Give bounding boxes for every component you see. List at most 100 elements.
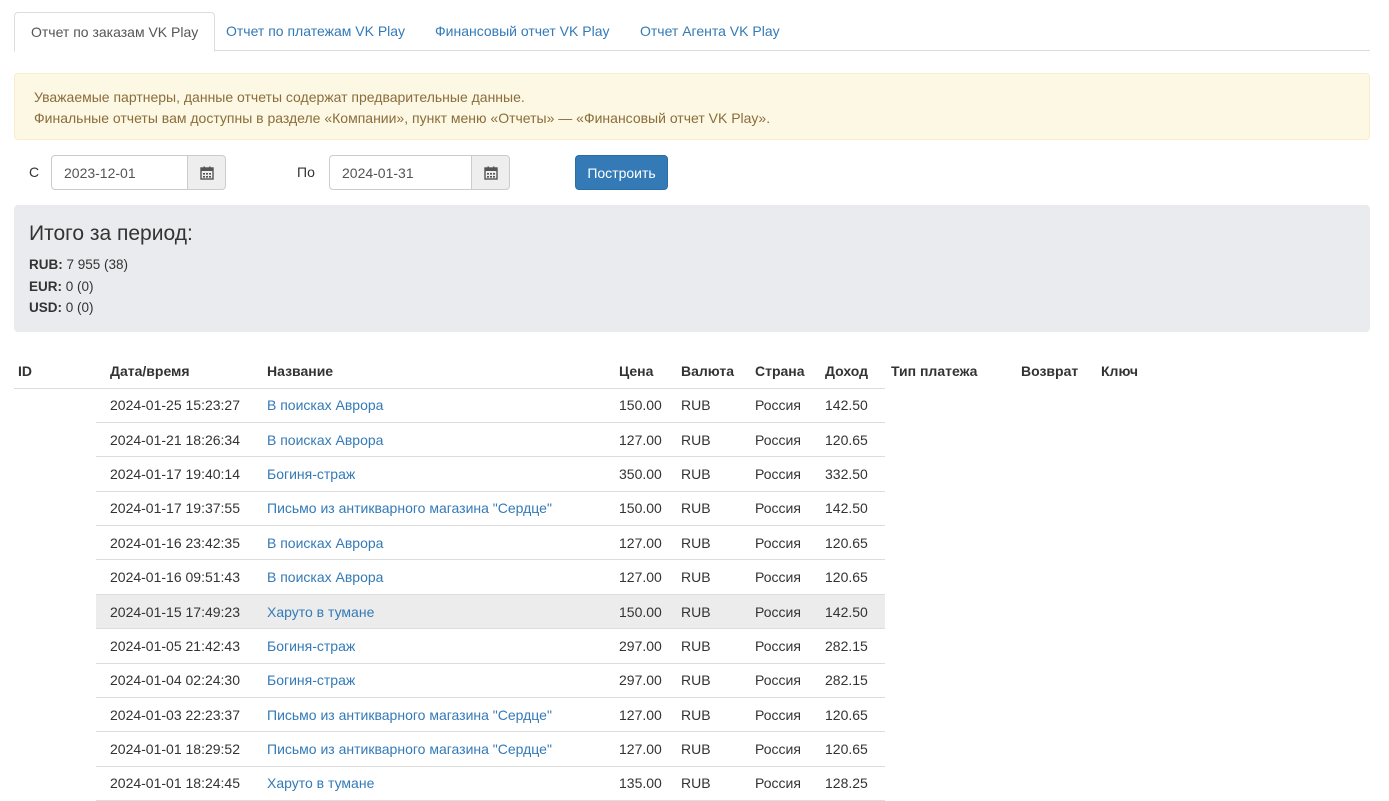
cell-payment-type bbox=[885, 422, 1015, 456]
cell-price: 297.00 bbox=[613, 663, 675, 699]
calendar-icon bbox=[199, 166, 214, 180]
totals-value: 0 (0) bbox=[65, 300, 94, 315]
cell-country: Россия bbox=[749, 559, 819, 595]
product-link[interactable]: Письмо из антикварного магазина "Сердце" bbox=[267, 707, 552, 723]
cell-country: Россия bbox=[749, 525, 819, 561]
column-header-refund[interactable]: Возврат bbox=[1015, 354, 1095, 388]
cell-payment-type bbox=[885, 629, 1015, 663]
cell-country: Россия bbox=[749, 388, 819, 423]
report-page: Отчет по заказам VK Play Отчет по платеж… bbox=[0, 0, 1389, 801]
product-link[interactable]: Богиня-страж bbox=[267, 466, 355, 482]
cell-id bbox=[14, 526, 96, 560]
cell-currency: RUB bbox=[675, 559, 749, 595]
cell-price: 135.00 bbox=[613, 766, 675, 801]
cell-payment-type bbox=[885, 457, 1015, 491]
cell-date: 2024-01-25 15:23:27 bbox=[96, 388, 261, 423]
column-header-key[interactable]: Ключ bbox=[1095, 354, 1155, 388]
cell-name: Письмо из антикварного магазина "Сердце" bbox=[261, 491, 613, 527]
cell-key bbox=[1095, 698, 1155, 732]
cell-date: 2024-01-17 19:40:14 bbox=[96, 456, 261, 492]
cell-key bbox=[1095, 457, 1155, 491]
table-row: 2024-01-17 19:37:55 Письмо из антикварног… bbox=[14, 491, 1155, 527]
product-link[interactable]: Харуто в тумане bbox=[267, 604, 374, 620]
cell-name: В поисках Аврора bbox=[261, 525, 613, 561]
table-row: 2024-01-03 22:23:37 Письмо из антикварног… bbox=[14, 697, 1155, 733]
cell-currency: RUB bbox=[675, 697, 749, 733]
cell-refund bbox=[1015, 629, 1095, 663]
tab-agent-report[interactable]: Отчет Агента VK Play bbox=[624, 12, 796, 51]
cell-key bbox=[1095, 732, 1155, 766]
product-link[interactable]: В поисках Аврора bbox=[267, 569, 383, 585]
date-to-group bbox=[329, 155, 510, 190]
cell-name: Богиня-страж bbox=[261, 628, 613, 664]
cell-income: 282.15 bbox=[819, 663, 885, 699]
cell-date: 2024-01-16 09:51:43 bbox=[96, 559, 261, 595]
tab-payments-report[interactable]: Отчет по платежам VK Play bbox=[210, 12, 421, 51]
column-header-date[interactable]: Дата/время bbox=[96, 354, 261, 389]
date-to-calendar-button[interactable] bbox=[472, 155, 510, 190]
product-link[interactable]: В поисках Аврора bbox=[267, 397, 383, 413]
cell-date: 2024-01-04 02:24:30 bbox=[96, 663, 261, 699]
cell-refund bbox=[1015, 491, 1095, 525]
product-link[interactable]: В поисках Аврора bbox=[267, 535, 383, 551]
cell-date: 2024-01-01 18:29:52 bbox=[96, 731, 261, 767]
cell-currency: RUB bbox=[675, 388, 749, 423]
cell-price: 127.00 bbox=[613, 697, 675, 733]
date-from-input[interactable] bbox=[51, 155, 188, 190]
tab-orders-report[interactable]: Отчет по заказам VK Play bbox=[14, 12, 216, 52]
table-row: 2024-01-21 18:26:34 В поисках Аврора 127.0… bbox=[14, 422, 1155, 458]
cell-refund bbox=[1015, 457, 1095, 491]
cell-currency: RUB bbox=[675, 525, 749, 561]
date-from-calendar-button[interactable] bbox=[188, 155, 226, 190]
totals-title: Итого за период: bbox=[29, 222, 193, 245]
product-link[interactable]: Харуто в тумане bbox=[267, 775, 374, 791]
cell-currency: RUB bbox=[675, 766, 749, 801]
tab-financial-report[interactable]: Финансовый отчет VK Play bbox=[419, 12, 625, 51]
orders-table-body: 2024-01-25 15:23:27 В поисках Аврора 150.0… bbox=[14, 388, 1155, 801]
product-link[interactable]: Богиня-страж bbox=[267, 638, 355, 654]
cell-date: 2024-01-05 21:42:43 bbox=[96, 628, 261, 664]
cell-price: 127.00 bbox=[613, 559, 675, 595]
column-header-name[interactable]: Название bbox=[261, 354, 613, 389]
product-link[interactable]: Письмо из антикварного магазина "Сердце" bbox=[267, 741, 552, 757]
cell-refund bbox=[1015, 422, 1095, 456]
cell-payment-type bbox=[885, 594, 1015, 628]
table-row: 2024-01-16 23:42:35 В поисках Аврора 127.0… bbox=[14, 525, 1155, 561]
cell-currency: RUB bbox=[675, 731, 749, 767]
product-link[interactable]: Богиня-страж bbox=[267, 672, 355, 688]
cell-price: 127.00 bbox=[613, 525, 675, 561]
cell-refund bbox=[1015, 526, 1095, 560]
totals-row-rub: RUB: 7 955 (38) bbox=[29, 254, 1355, 276]
cell-price: 350.00 bbox=[613, 456, 675, 492]
column-header-income[interactable]: Доход bbox=[819, 354, 885, 389]
column-header-country[interactable]: Страна bbox=[749, 354, 819, 389]
product-link[interactable]: В поисках Аврора bbox=[267, 432, 383, 448]
cell-id bbox=[14, 732, 96, 766]
cell-name: Письмо из антикварного магазина "Сердце" bbox=[261, 731, 613, 767]
cell-name: Харуто в тумане bbox=[261, 766, 613, 801]
cell-name: Богиня-страж bbox=[261, 663, 613, 699]
product-link[interactable]: Письмо из антикварного магазина "Сердце" bbox=[267, 500, 552, 516]
cell-income: 142.50 bbox=[819, 388, 885, 423]
cell-country: Россия bbox=[749, 491, 819, 527]
table-row: 2024-01-01 18:29:52 Письмо из антикварног… bbox=[14, 731, 1155, 767]
build-report-button[interactable]: Построить bbox=[575, 155, 668, 190]
cell-name: Харуто в тумане bbox=[261, 594, 613, 630]
column-header-currency[interactable]: Валюта bbox=[675, 354, 749, 389]
cell-currency: RUB bbox=[675, 456, 749, 492]
cell-name: В поисках Аврора bbox=[261, 422, 613, 458]
alert-line-1: Уважаемые партнеры, данные отчеты содерж… bbox=[34, 89, 525, 105]
cell-date: 2024-01-15 17:49:23 bbox=[96, 594, 261, 630]
column-header-payment-type[interactable]: Тип платежа bbox=[885, 354, 1015, 388]
cell-date: 2024-01-16 23:42:35 bbox=[96, 525, 261, 561]
date-to-input[interactable] bbox=[329, 155, 472, 190]
report-tabs: Отчет по заказам VK Play Отчет по платеж… bbox=[14, 12, 1370, 52]
column-header-price[interactable]: Цена bbox=[613, 354, 675, 389]
cell-date: 2024-01-17 19:37:55 bbox=[96, 491, 261, 527]
cell-country: Россия bbox=[749, 456, 819, 492]
cell-price: 150.00 bbox=[613, 388, 675, 423]
cell-name: Письмо из антикварного магазина "Сердце" bbox=[261, 697, 613, 733]
column-header-id[interactable]: ID bbox=[14, 354, 96, 389]
cell-id bbox=[14, 698, 96, 732]
totals-row-eur: EUR: 0 (0) bbox=[29, 276, 1355, 298]
